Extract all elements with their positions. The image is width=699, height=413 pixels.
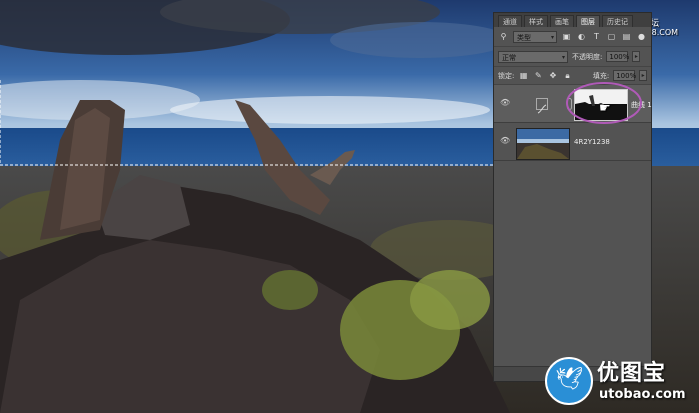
lock-position-icon[interactable]: ✥ [548,70,559,81]
lock-all-icon[interactable]: 🔒︎ [562,70,573,81]
type-filter-icon[interactable]: T [591,31,602,42]
pixel-filter-icon[interactable]: ▣ [561,31,572,42]
opacity-label: 不透明度: [572,52,603,61]
opacity-input[interactable]: 100% [606,51,629,62]
filter-row: ⚲ 类型 ▾ ▣ ◐ T ▢ ▤ ● [494,27,651,47]
hand-cursor-icon: ☛ [599,101,611,116]
tab-channels[interactable]: 通道 [498,15,522,27]
logo-url: utobao.com [599,387,686,402]
adjustment-filter-icon[interactable]: ◐ [576,31,587,42]
lock-label: 锁定: [498,71,515,80]
tab-history[interactable]: 历史记 [602,15,633,27]
smart-object-filter-icon[interactable]: ▤ [621,31,632,42]
tab-brushes[interactable]: 画笔 [550,15,574,27]
site-logo: 🕊︎ 优图宝 utobao.com [545,353,695,409]
layer-name-image[interactable]: 4R2Y1238 [574,138,610,146]
panel-tabs: 通道 样式 画笔 图层 历史记 [494,13,651,27]
fill-slider-button[interactable]: ▸ [639,70,648,81]
fill-label: 填充: [592,71,610,80]
filter-toggle-icon[interactable]: ● [636,31,647,42]
lock-image-icon[interactable]: ✎ [533,70,544,81]
tab-layers[interactable]: 图层 [576,15,600,27]
bird-icon: 🕊︎ [555,367,583,392]
layer-image-thumbnail[interactable] [516,128,570,160]
visibility-eye-icon[interactable]: 👁︎ [500,98,510,108]
lock-transparent-icon[interactable]: ▦ [518,70,529,81]
blend-mode-value: 正常 [502,53,516,62]
search-icon: ⚲ [500,32,507,41]
chevron-down-icon: ▾ [550,33,554,41]
blend-row: 正常 ▾ 不透明度: 100% ▸ [494,47,651,67]
opacity-slider-button[interactable]: ▸ [632,51,641,62]
filter-kind-value: 类型 [517,33,531,42]
logo-name: 优图宝 [597,361,667,386]
chevron-down-icon: ▾ [561,53,565,61]
curves-adjustment-icon [536,98,548,114]
blend-mode-select[interactable]: 正常 ▾ [498,50,568,63]
filter-kind-select[interactable]: 类型 ▾ [513,30,557,43]
layer-row-image[interactable]: 👁︎ 4R2Y1238 [494,123,651,161]
fill-input[interactable]: 100% [613,70,636,81]
layers-panel: 通道 样式 画笔 图层 历史记 ⚲ 类型 ▾ ▣ ◐ T ▢ ▤ ● 正常 ▾ 不透… [493,12,652,382]
tab-styles[interactable]: 样式 [524,15,548,27]
shape-filter-icon[interactable]: ▢ [606,31,617,42]
visibility-eye-icon[interactable]: 👁︎ [500,136,510,146]
